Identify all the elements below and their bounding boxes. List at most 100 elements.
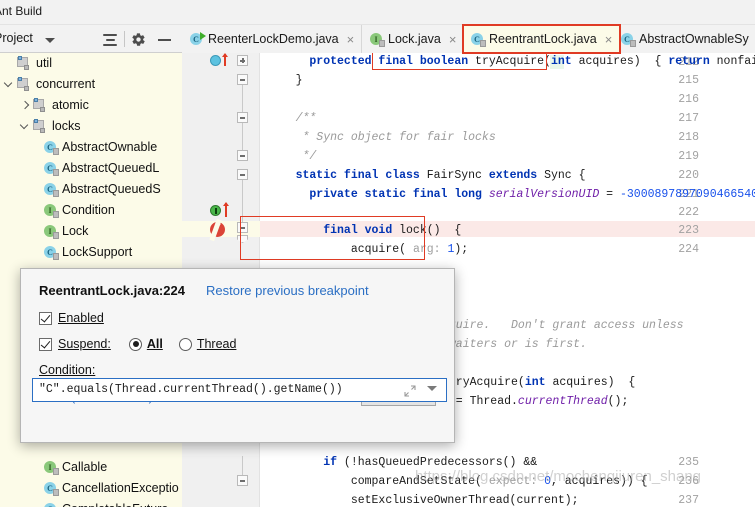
ide-window: Ant Build Project C ReenterLockDemo.java…: [0, 0, 755, 507]
condition-label: Condition:: [39, 363, 96, 377]
fold-line: [242, 85, 243, 112]
tree-item-label: util: [36, 56, 52, 70]
code-line: }: [268, 74, 303, 87]
chevron-down-icon[interactable]: [427, 386, 437, 391]
tree-item-label: AbstractQueuedL: [62, 161, 160, 175]
tree-item-concurrent[interactable]: concurrent: [4, 74, 95, 94]
line-number: 218: [678, 131, 699, 144]
collapse-all-icon[interactable]: [102, 32, 118, 48]
annotation-box-lock-method: [240, 216, 425, 260]
conditional-breakpoint-icon[interactable]: ✓: [209, 218, 227, 242]
tree-item-locks[interactable]: locks: [20, 116, 80, 136]
watermark: https://blog.csdn.net/mochengjiuren_shan…: [415, 468, 702, 485]
tree-item-abstractownable[interactable]: C AbstractOwnable: [44, 137, 157, 157]
tree-expander-icon[interactable]: [20, 100, 31, 111]
tab-close-icon[interactable]: ×: [605, 33, 613, 46]
line-number: 222: [678, 206, 699, 219]
suspend-checkbox[interactable]: [39, 337, 52, 351]
java-class-icon: C: [44, 182, 59, 197]
fold-line: [242, 123, 243, 150]
code-line: */: [268, 150, 317, 163]
tree-item-label: CancellationExceptio: [62, 481, 179, 495]
tree-item-completablefuture[interactable]: C CompletableFuture: [44, 499, 168, 507]
tree-item-label: atomic: [52, 98, 89, 112]
fold-collapse-icon[interactable]: [237, 112, 248, 123]
enabled-checkbox[interactable]: [39, 311, 52, 325]
tree-item-label: CompletableFuture: [62, 502, 168, 507]
code-line: /**: [268, 112, 317, 125]
suspend-all-radio[interactable]: [128, 337, 142, 351]
package-icon: [33, 119, 48, 133]
package-icon: [33, 98, 48, 112]
fold-expand-icon[interactable]: [237, 55, 248, 66]
java-class-icon: C: [44, 161, 59, 176]
chevron-down-icon[interactable]: [45, 38, 55, 43]
minimize-icon[interactable]: [158, 39, 171, 41]
java-interface-icon: I: [44, 460, 59, 475]
java-interface-icon: I: [370, 32, 385, 47]
code-line: static final class FairSync extends Sync…: [268, 169, 586, 182]
fold-collapse-icon[interactable]: [237, 169, 248, 180]
suspend-all-label: All: [146, 337, 163, 351]
suspend-label: Suspend:: [58, 337, 111, 351]
tree-item-abstractqueueds[interactable]: C AbstractQueuedS: [44, 179, 161, 199]
tree-item-lock[interactable]: I Lock: [44, 221, 88, 241]
line-number: 219: [678, 150, 699, 163]
suspend-thread-radio[interactable]: [178, 337, 192, 351]
tree-expander-icon[interactable]: [4, 79, 15, 90]
enabled-checkbox-row[interactable]: Enabled: [39, 311, 104, 325]
tree-item-atomic[interactable]: atomic: [20, 95, 89, 115]
tab-close-icon[interactable]: ×: [347, 33, 355, 46]
enabled-label: Enabled: [58, 311, 104, 325]
tree-item-label: concurrent: [36, 77, 96, 91]
tab-close-icon[interactable]: ×: [449, 33, 457, 46]
project-panel-title[interactable]: Project: [0, 31, 33, 45]
tree-item-abstractqueuedl[interactable]: C AbstractQueuedL: [44, 158, 159, 178]
tree-item-label: locks: [52, 119, 81, 133]
java-interface-icon: I: [44, 224, 59, 239]
gear-icon[interactable]: [131, 32, 146, 47]
fold-collapse-icon[interactable]: [237, 150, 248, 161]
tab-lock[interactable]: I Lock.java ×: [362, 25, 465, 53]
expand-editor-icon[interactable]: [404, 385, 416, 397]
fold-line: [242, 456, 243, 475]
line-number: 217: [678, 112, 699, 125]
fold-collapse-icon[interactable]: [237, 74, 248, 85]
tree-item-util[interactable]: util: [4, 53, 52, 73]
annotation-box-tryacquire: [372, 53, 547, 70]
tab-abstractownablesy[interactable]: C AbstractOwnableSy: [613, 25, 755, 53]
code-line: setExclusiveOwnerThread(current);: [268, 494, 579, 507]
tree-item-callable[interactable]: I Callable: [44, 457, 107, 477]
tree-item-label: AbstractQueuedS: [62, 182, 161, 196]
code-line: t = Thread.currentThread();: [442, 395, 629, 408]
tree-item-label: LockSupport: [62, 245, 133, 259]
breakpoint-icon-blue[interactable]: [210, 55, 221, 66]
menu-item-ant-build[interactable]: Ant Build: [0, 4, 42, 18]
java-class-icon: C: [44, 140, 59, 155]
tab-label: AbstractOwnableSy: [639, 32, 749, 46]
tab-reentrantlock[interactable]: C ReentrantLock.java ×: [461, 24, 622, 54]
tree-item-condition[interactable]: I Condition: [44, 200, 115, 220]
java-interface-icon: I: [44, 203, 59, 218]
tree-item-label: Lock: [62, 224, 89, 238]
menubar: Ant Build: [0, 0, 755, 25]
project-toolbar: Project: [0, 25, 182, 53]
code-line: private static final long serialVersionU…: [268, 188, 755, 201]
condition-input[interactable]: "C".equals(Thread.currentThread().getNam…: [32, 378, 447, 402]
line-number: 220: [678, 169, 699, 182]
package-icon: [17, 77, 32, 91]
tree-item-locksupport[interactable]: C LockSupport: [44, 242, 132, 262]
restore-previous-breakpoint-link[interactable]: Restore previous breakpoint: [206, 283, 369, 298]
method-run-icon[interactable]: [210, 205, 221, 216]
fold-collapse-icon[interactable]: [237, 475, 248, 486]
tab-label: ReentrantLock.java: [489, 32, 597, 46]
tree-expander-icon[interactable]: [4, 58, 15, 69]
tree-expander-icon[interactable]: [20, 121, 31, 132]
tab-reenterlockdemo[interactable]: C ReenterLockDemo.java ×: [182, 25, 363, 53]
java-class-icon: C: [471, 32, 486, 47]
line-number: 224: [678, 243, 699, 256]
tree-item-cancellationexception[interactable]: C CancellationExceptio: [44, 478, 179, 498]
suspend-row[interactable]: Suspend: All Thread: [39, 337, 236, 351]
java-class-icon: C: [44, 502, 57, 507]
toolbar-divider: [124, 31, 125, 47]
